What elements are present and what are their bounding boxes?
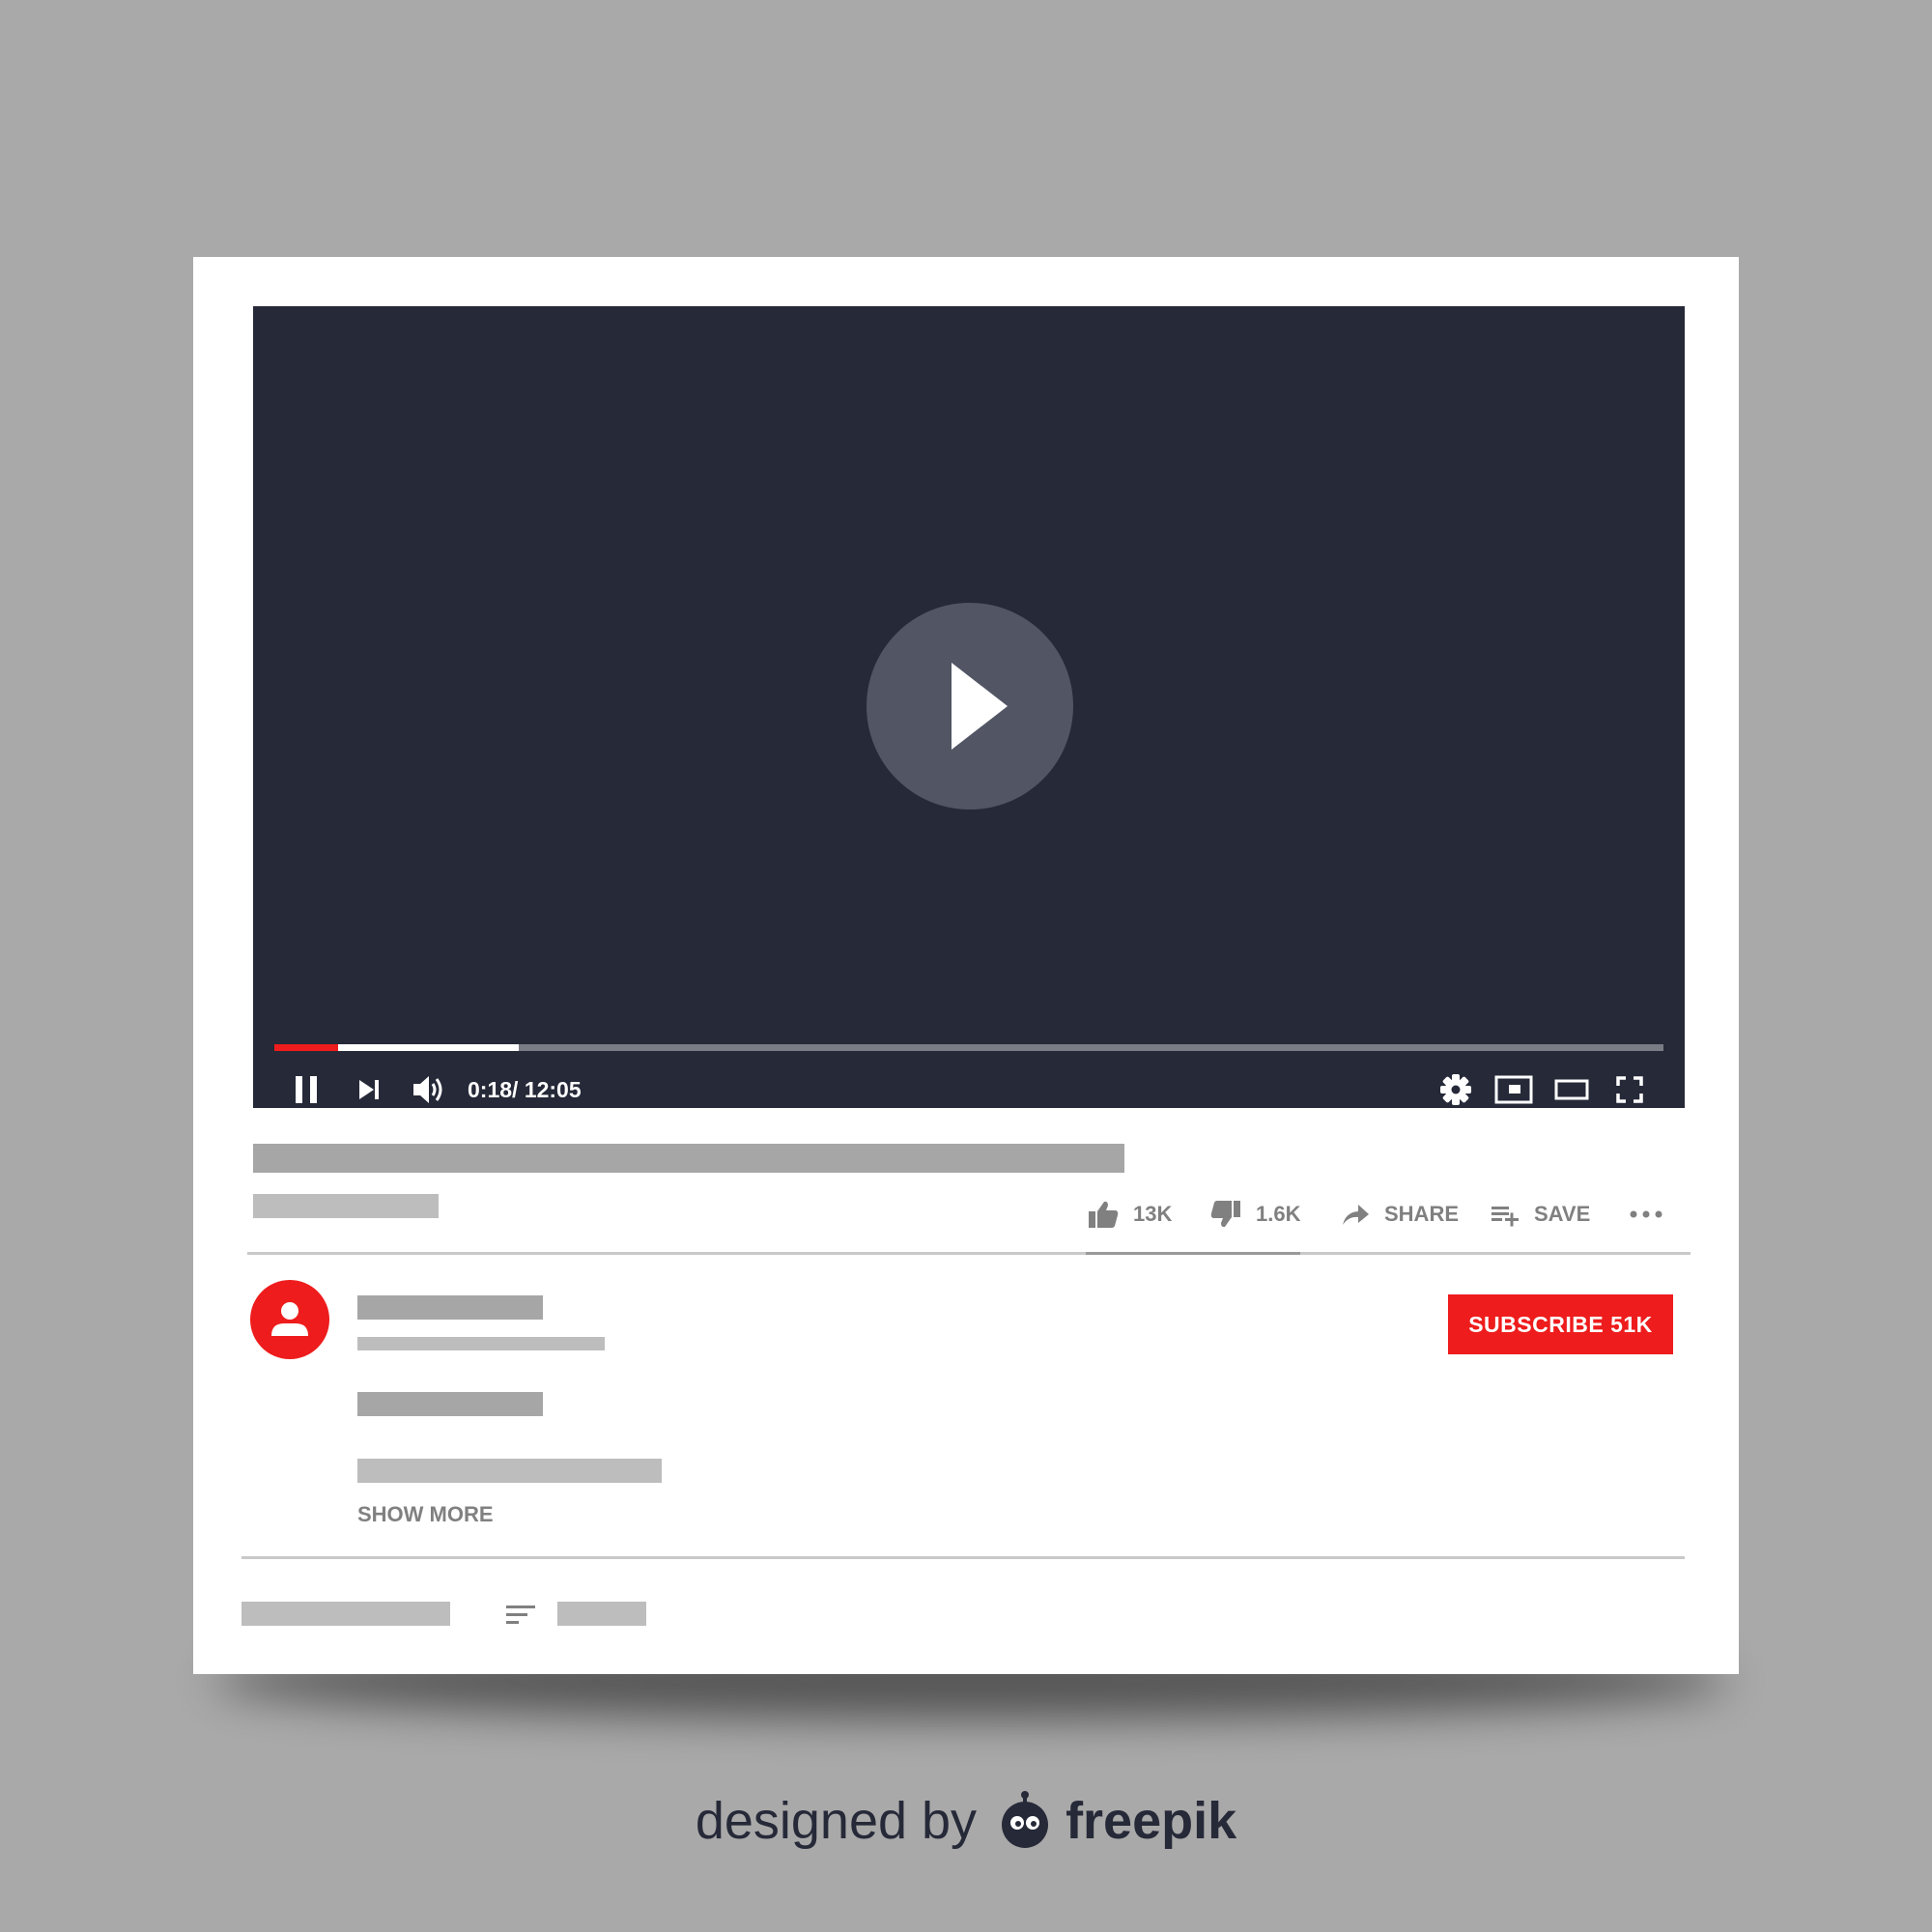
- played-indicator: [274, 1044, 339, 1051]
- description-line-2-placeholder: [357, 1459, 662, 1483]
- fullscreen-icon: [1616, 1076, 1643, 1103]
- playlist-add-icon: [1492, 1207, 1519, 1227]
- pause-button[interactable]: [282, 1064, 330, 1116]
- subscriber-count-placeholder: [357, 1337, 605, 1350]
- like-button[interactable]: 13K: [1087, 1191, 1172, 1237]
- settings-button[interactable]: [1432, 1064, 1480, 1116]
- progress-bar[interactable]: [274, 1044, 1663, 1051]
- freepik-logo-icon: [1002, 1791, 1049, 1848]
- theater-mode-icon: [1554, 1079, 1589, 1100]
- fullscreen-button[interactable]: [1605, 1064, 1654, 1116]
- big-play-button[interactable]: [867, 603, 1073, 810]
- like-ratio-bar: [1086, 1252, 1300, 1255]
- view-count-placeholder: [253, 1194, 439, 1218]
- video-player[interactable]: 0:18/ 12:05: [253, 306, 1685, 1108]
- credit-footer: designed by freepik: [0, 1782, 1932, 1860]
- share-icon: [1343, 1205, 1369, 1225]
- channel-avatar[interactable]: [250, 1280, 329, 1359]
- dislike-button[interactable]: 1.6K: [1209, 1191, 1300, 1237]
- comment-count-placeholder: [242, 1602, 450, 1626]
- thumbs-up-icon: [1089, 1201, 1119, 1228]
- video-page-card: 0:18/ 12:05 13K 1.6K SHARE SAVE SUBSCRIB…: [193, 257, 1739, 1674]
- miniplayer-icon: [1494, 1075, 1533, 1104]
- credit-prefix: designed by: [695, 1792, 978, 1850]
- sort-label-placeholder: [557, 1602, 646, 1626]
- more-horizontal-icon: [1630, 1210, 1662, 1218]
- play-icon: [952, 663, 1008, 750]
- description-line-1-placeholder: [357, 1392, 543, 1416]
- skip-next-icon: [359, 1080, 379, 1099]
- more-actions-button[interactable]: [1629, 1191, 1677, 1237]
- save-label: SAVE: [1534, 1202, 1591, 1226]
- show-more-button[interactable]: SHOW MORE: [357, 1502, 494, 1527]
- pause-icon: [296, 1076, 317, 1103]
- theater-mode-button[interactable]: [1548, 1064, 1596, 1116]
- share-button[interactable]: SHARE: [1340, 1191, 1459, 1237]
- video-title-placeholder: [253, 1144, 1124, 1173]
- actions-divider: [247, 1252, 1690, 1255]
- volume-button[interactable]: [403, 1064, 455, 1116]
- gear-icon: [1440, 1074, 1471, 1105]
- comments-divider: [242, 1556, 1685, 1559]
- thumbs-down-icon: [1210, 1201, 1240, 1228]
- volume-icon: [413, 1076, 442, 1103]
- save-button[interactable]: SAVE: [1490, 1191, 1590, 1237]
- channel-name-placeholder: [357, 1295, 543, 1320]
- user-icon: [271, 1302, 308, 1336]
- like-count: 13K: [1133, 1202, 1173, 1226]
- share-label: SHARE: [1384, 1202, 1460, 1226]
- sort-icon: [506, 1605, 535, 1624]
- subscribe-button[interactable]: SUBSCRIBE 51K: [1448, 1294, 1673, 1354]
- miniplayer-button[interactable]: [1490, 1064, 1538, 1116]
- sort-button[interactable]: [504, 1602, 537, 1627]
- next-button[interactable]: [345, 1064, 393, 1116]
- credit-brand: freepik: [1065, 1792, 1237, 1850]
- dislike-count: 1.6K: [1256, 1202, 1301, 1226]
- time-display: 0:18/ 12:05: [468, 1077, 582, 1102]
